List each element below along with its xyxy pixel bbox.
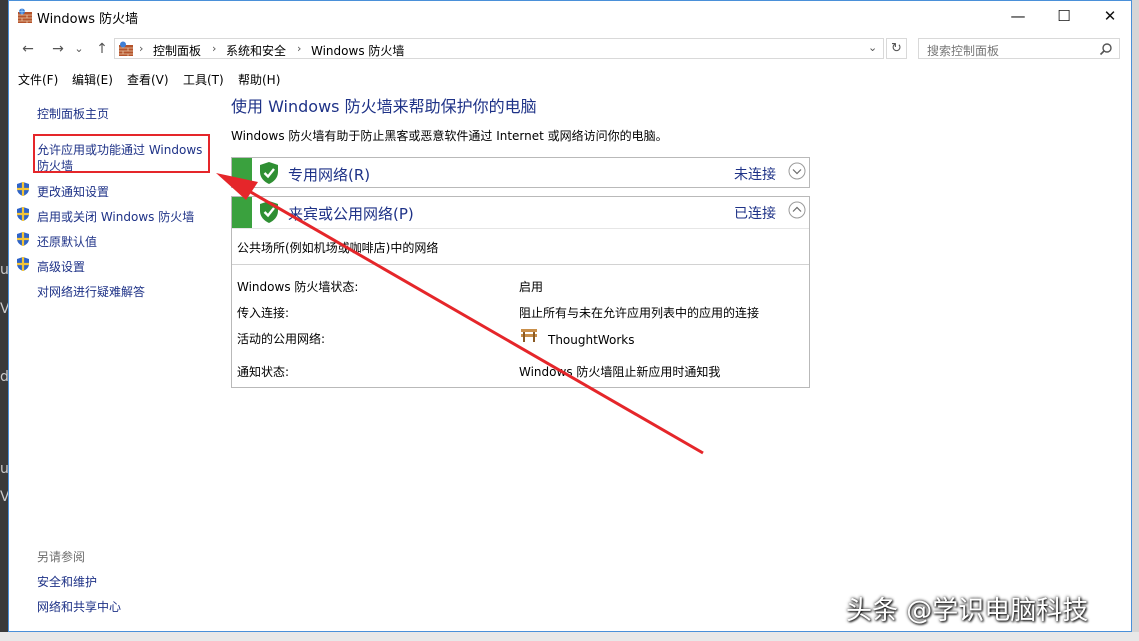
watermark-text: 头条 @学识电脑科技 bbox=[846, 596, 1089, 626]
annotation-arrow bbox=[216, 173, 704, 455]
